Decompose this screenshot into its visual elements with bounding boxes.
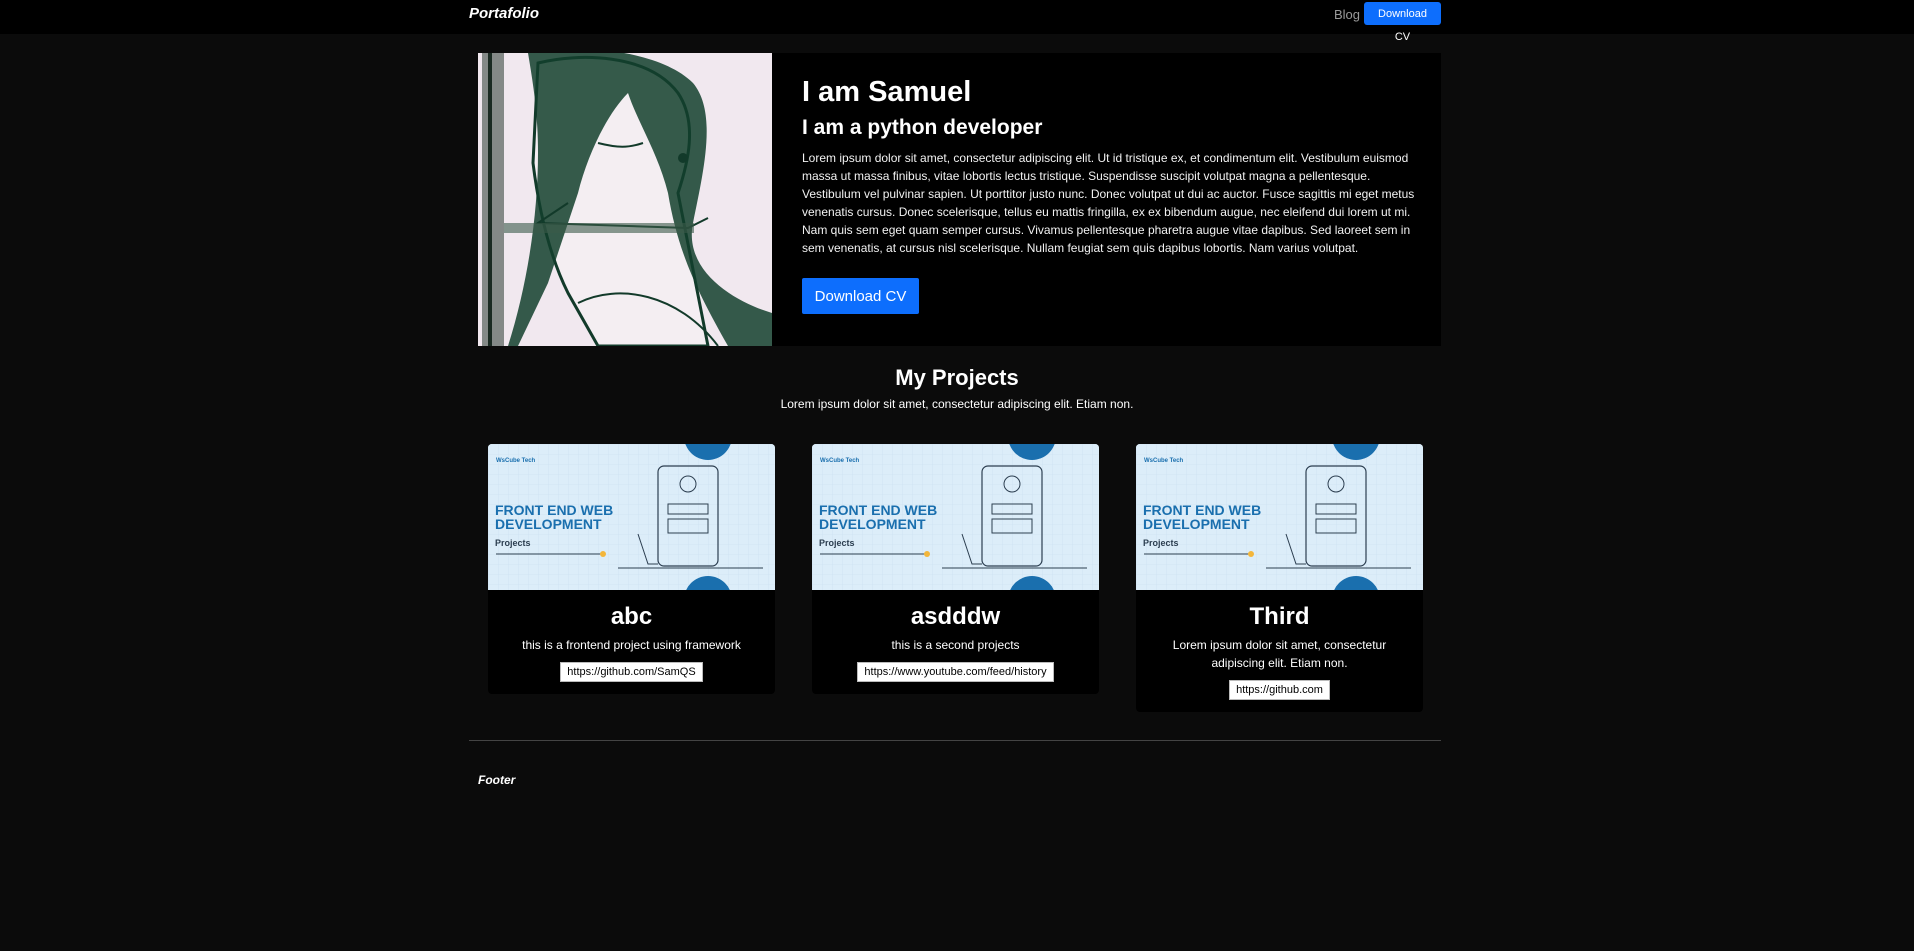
banner-tag: Projects (1143, 538, 1179, 548)
hero-description: Lorem ipsum dolor sit amet, consectetur … (802, 151, 1415, 255)
project-banner: WsCube Tech FRONT END WEB DEVELOPMENT Pr… (812, 444, 1099, 590)
profile-illustration-drawing (478, 53, 772, 346)
hero-text: I am Samuel I am a python developer Lore… (802, 73, 1432, 257)
banner-line1: FRONT END WEB (1143, 502, 1262, 518)
project-title: asdddw (910, 603, 1001, 630)
profile-illustration (478, 53, 772, 346)
banner-line1: FRONT END WEB (819, 502, 938, 518)
project-card: WsCube Tech FRONT END WEB DEVELOPMENT Pr… (1136, 444, 1423, 712)
banner-brand: WsCube Tech (496, 458, 536, 464)
project-title: abc (610, 603, 653, 630)
banner-line2: DEVELOPMENT (1143, 516, 1250, 532)
brand-link[interactable]: Portafolio (469, 5, 539, 22)
project-banner: WsCube Tech FRONT END WEB DEVELOPMENT Pr… (488, 444, 775, 590)
project-text: Lorem ipsum dolor sit amet, consectetur … (1172, 638, 1387, 670)
banner-tag: Projects (819, 538, 855, 548)
project-card: WsCube Tech FRONT END WEB DEVELOPMENT Pr… (488, 444, 775, 694)
hero-title: I am Samuel (802, 73, 1432, 111)
hero-title-prefix: I am (802, 76, 869, 108)
projects-description: Lorem ipsum dolor sit amet, consectetur … (780, 397, 1134, 411)
footer: Footer (478, 773, 516, 787)
banner-brand: WsCube Tech (1144, 458, 1184, 464)
banner-line2: DEVELOPMENT (819, 516, 926, 532)
nav-download-cv-button[interactable]: Download CV (1364, 2, 1441, 43)
hero-section: I am Samuel I am a python developer Lore… (478, 53, 1441, 346)
navbar: Portafolio Blog Download CV (0, 0, 1914, 43)
project-link[interactable]: https://github.com (1229, 680, 1330, 700)
banner-line2: DEVELOPMENT (495, 516, 602, 532)
footer-divider (469, 740, 1441, 741)
projects-title: My Projects (895, 365, 1019, 390)
banner-tag: Projects (495, 538, 531, 548)
project-banner: WsCube Tech FRONT END WEB DEVELOPMENT Pr… (1136, 444, 1423, 590)
hero-download-cv-button[interactable]: Download CV (802, 278, 919, 314)
hero-subtitle: I am a python developer (802, 116, 1043, 139)
banner-line1: FRONT END WEB (495, 502, 614, 518)
project-title: Third (1249, 603, 1310, 630)
project-text: this is a frontend project using framewo… (522, 638, 741, 652)
hero-name: Samuel (868, 76, 972, 108)
nav-link-blog[interactable]: Blog (1334, 7, 1360, 22)
banner-brand: WsCube Tech (820, 458, 860, 464)
project-text: this is a second projects (891, 638, 1020, 652)
project-link[interactable]: https://www.youtube.com/feed/history (857, 662, 1054, 682)
project-card: WsCube Tech FRONT END WEB DEVELOPMENT Pr… (812, 444, 1099, 694)
project-link[interactable]: https://github.com/SamQS (560, 662, 703, 682)
